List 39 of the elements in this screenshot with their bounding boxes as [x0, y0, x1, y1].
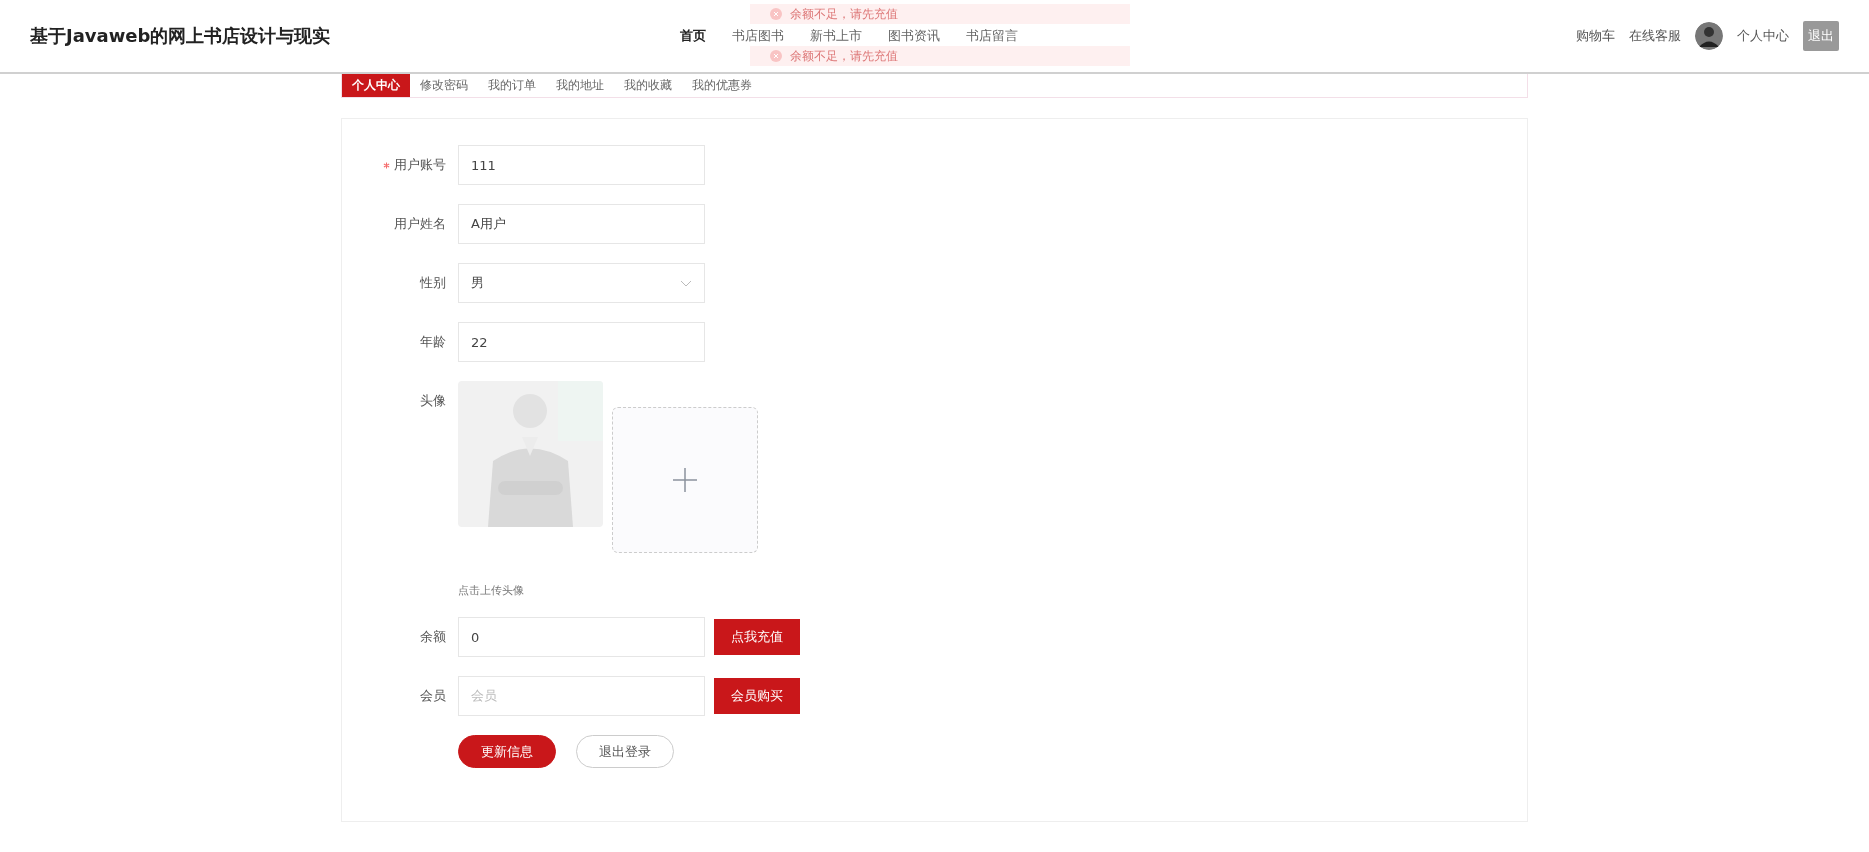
field-label: 余额 [420, 628, 446, 646]
select-field[interactable]: 男 [458, 263, 705, 303]
nav-link[interactable]: 书店图书 [732, 27, 784, 45]
input-field[interactable]: 22 [458, 322, 705, 362]
field-label: 用户姓名 [394, 215, 446, 233]
input-field[interactable]: 0 [458, 617, 705, 657]
field-label: 年龄 [420, 333, 446, 351]
field-label: 头像 [420, 392, 446, 410]
avatar-icon[interactable] [1695, 22, 1723, 50]
tab[interactable]: 我的地址 [546, 74, 614, 97]
upload-hint: 点击上传头像 [458, 583, 525, 598]
nav-link[interactable]: 新书上市 [810, 27, 862, 45]
tab[interactable]: 我的订单 [478, 74, 546, 97]
toast-text: 余额不足，请先充值 [790, 5, 898, 23]
form-button[interactable]: 退出登录 [576, 735, 674, 768]
input-field[interactable]: A用户 [458, 204, 705, 244]
required-asterisk-icon [383, 161, 390, 169]
error-icon [770, 8, 782, 20]
tab[interactable]: 我的优惠券 [682, 74, 762, 97]
header-link[interactable]: 个人中心 [1737, 27, 1789, 45]
nav-link[interactable]: 图书资讯 [888, 27, 940, 45]
action-button[interactable]: 会员购买 [714, 678, 800, 714]
header-link[interactable]: 购物车 [1576, 27, 1615, 45]
form-button[interactable]: 更新信息 [458, 735, 556, 768]
header-link[interactable]: 在线客服 [1629, 27, 1681, 45]
toast-text: 余额不足，请先充值 [790, 47, 898, 65]
input-field[interactable]: 111 [458, 145, 705, 185]
field-label: 用户账号 [394, 156, 446, 174]
nav-link[interactable]: 书店留言 [966, 27, 1018, 45]
site-title: 基于Javaweb的网上书店设计与现实 [30, 24, 332, 48]
field-label: 会员 [420, 687, 446, 705]
tab[interactable]: 个人中心 [342, 74, 410, 97]
tab[interactable]: 修改密码 [410, 74, 478, 97]
action-button[interactable]: 点我充值 [714, 619, 800, 655]
tab[interactable]: 我的收藏 [614, 74, 682, 97]
plus-icon [672, 467, 698, 493]
nav-link[interactable]: 首页 [680, 27, 706, 45]
error-icon [770, 50, 782, 62]
field-label: 性别 [420, 274, 446, 292]
